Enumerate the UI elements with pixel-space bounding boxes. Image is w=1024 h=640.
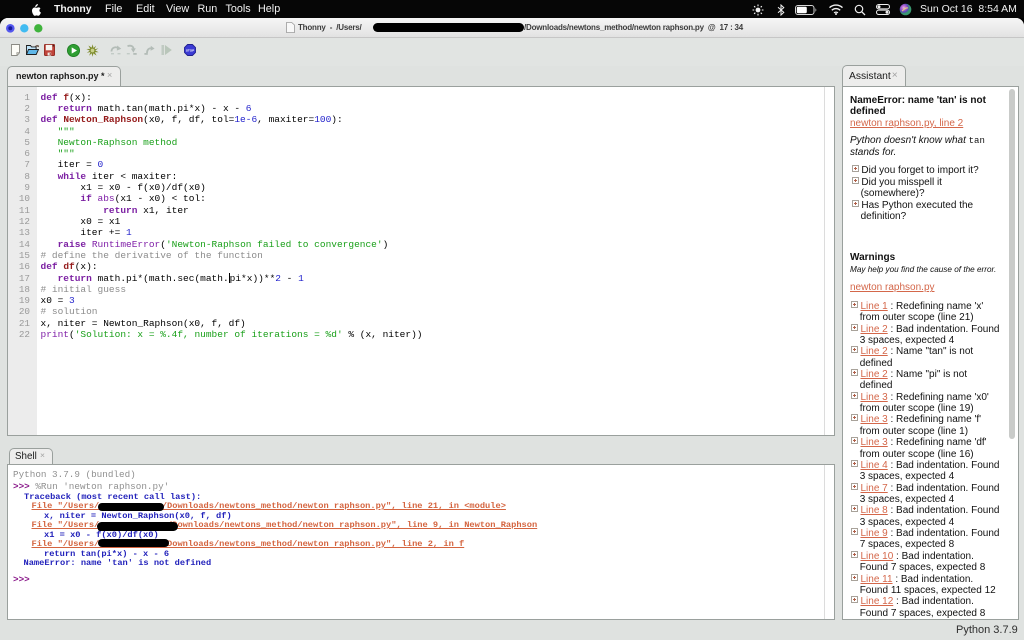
svg-text:STOP: STOP (186, 48, 194, 52)
